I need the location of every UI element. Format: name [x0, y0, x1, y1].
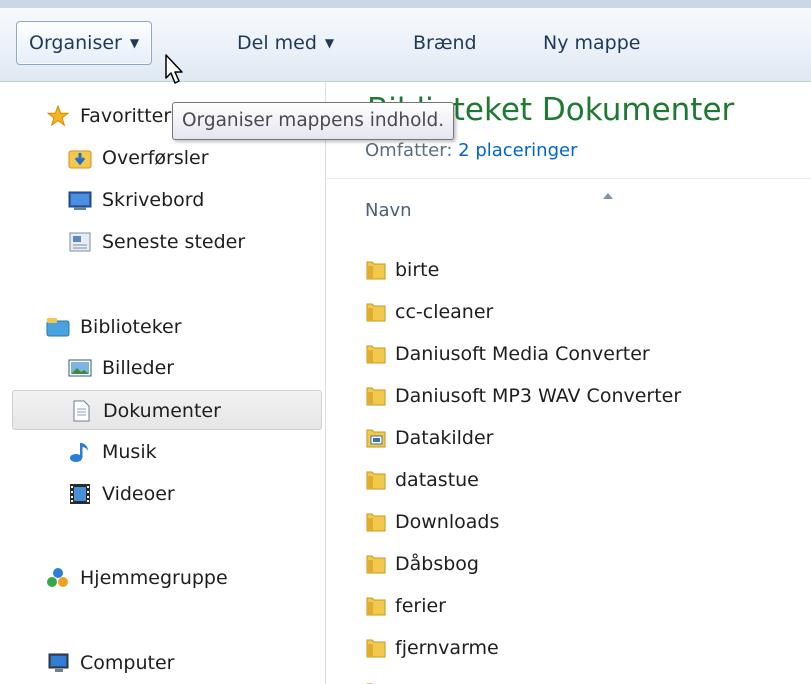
share-with-label: Del med — [237, 32, 317, 54]
star-icon — [46, 105, 70, 127]
documents-icon — [73, 400, 90, 422]
file-name: fjernvarme — [395, 637, 499, 659]
chevron-down-icon: ▼ — [324, 36, 335, 50]
organise-label: Organiser — [29, 32, 122, 54]
pictures-icon — [68, 359, 92, 377]
file-name: cc-cleaner — [395, 301, 494, 323]
nav-item-label: Videoer — [102, 483, 175, 505]
file-name: Daniusoft Media Converter — [395, 343, 650, 365]
divider — [327, 178, 811, 179]
file-name: birte — [395, 259, 440, 281]
file-name: Datakilder — [395, 427, 494, 449]
folder-icon — [366, 555, 386, 574]
nav-item-label: Musik — [102, 441, 157, 463]
folder-icon — [366, 261, 386, 280]
column-header-name[interactable]: Navn — [365, 200, 412, 221]
new-folder-button[interactable]: Ny mappe — [530, 21, 653, 65]
homegroup-icon — [47, 568, 68, 587]
folder-icon — [366, 387, 386, 406]
library-includes: Omfatter: 2 placeringer — [365, 140, 577, 161]
nav-libraries[interactable]: Biblioteker — [46, 307, 316, 347]
nav-item-documents[interactable]: Dokumenter — [12, 390, 322, 430]
nav-computer[interactable]: Computer — [46, 643, 316, 683]
file-name: Dåbsbog — [395, 553, 479, 575]
file-name: Downloads — [395, 511, 500, 533]
data-sources-folder-icon — [366, 429, 386, 448]
new-folder-label: Ny mappe — [543, 32, 641, 54]
chevron-down-icon: ▼ — [129, 36, 140, 50]
nav-computer-label: Computer — [80, 652, 175, 674]
folder-icon — [366, 597, 386, 616]
videos-icon — [70, 484, 90, 504]
nav-item-label: Dokumenter — [103, 400, 221, 422]
folder-icon — [366, 471, 386, 490]
file-name: Daniusoft MP3 WAV Converter — [395, 385, 682, 407]
nav-item-music[interactable]: Musik — [68, 432, 316, 472]
recent-places-icon — [69, 232, 91, 252]
locations-link[interactable]: 2 placeringer — [458, 140, 577, 161]
nav-homegroup[interactable]: Hjemmegruppe — [46, 558, 316, 598]
desktop-icon — [68, 191, 92, 210]
nav-item-recent-places[interactable]: Seneste steder — [68, 222, 316, 262]
nav-item-videos[interactable]: Videoer — [68, 474, 316, 514]
burn-label: Brænd — [413, 32, 477, 54]
navigation-pane: Favoritter Overførsler Skrivebord Senest… — [0, 82, 326, 684]
nav-item-desktop[interactable]: Skrivebord — [68, 180, 316, 220]
computer-icon — [48, 653, 69, 672]
nav-item-label: Seneste steder — [102, 231, 246, 253]
includes-label: Omfatter: — [365, 140, 453, 161]
folder-icon — [366, 513, 386, 532]
nav-item-label: Skrivebord — [102, 189, 205, 211]
libraries-icon — [46, 318, 70, 337]
nav-item-pictures[interactable]: Billeder — [68, 348, 316, 388]
burn-button[interactable]: Brænd — [400, 21, 490, 65]
downloads-icon — [68, 150, 92, 169]
nav-homegroup-label: Hjemmegruppe — [80, 567, 228, 589]
mouse-cursor-icon — [165, 54, 183, 84]
folder-icon — [366, 303, 386, 322]
folder-icon — [366, 345, 386, 364]
file-list-pane: Biblioteket Dokumenter Omfatter: 2 place… — [327, 82, 811, 684]
nav-item-label: Billeder — [102, 357, 175, 379]
music-icon — [70, 443, 88, 462]
share-with-button[interactable]: Del med ▼ — [224, 21, 347, 65]
organise-tooltip: Organiser mappens indhold. — [172, 102, 455, 140]
folder-icon — [366, 639, 386, 658]
nav-favorites-label: Favoritter — [80, 105, 172, 127]
command-bar: Organiser ▼ Del med ▼ Brænd Ny mappe — [0, 0, 811, 82]
file-name: datastue — [395, 469, 479, 491]
organise-button[interactable]: Organiser ▼ — [16, 21, 153, 65]
nav-libraries-label: Biblioteker — [80, 316, 182, 338]
nav-item-downloads[interactable]: Overførsler — [68, 138, 316, 178]
nav-item-label: Overførsler — [102, 147, 209, 169]
file-name: ferier — [395, 595, 446, 617]
sort-ascending-icon — [603, 193, 613, 199]
